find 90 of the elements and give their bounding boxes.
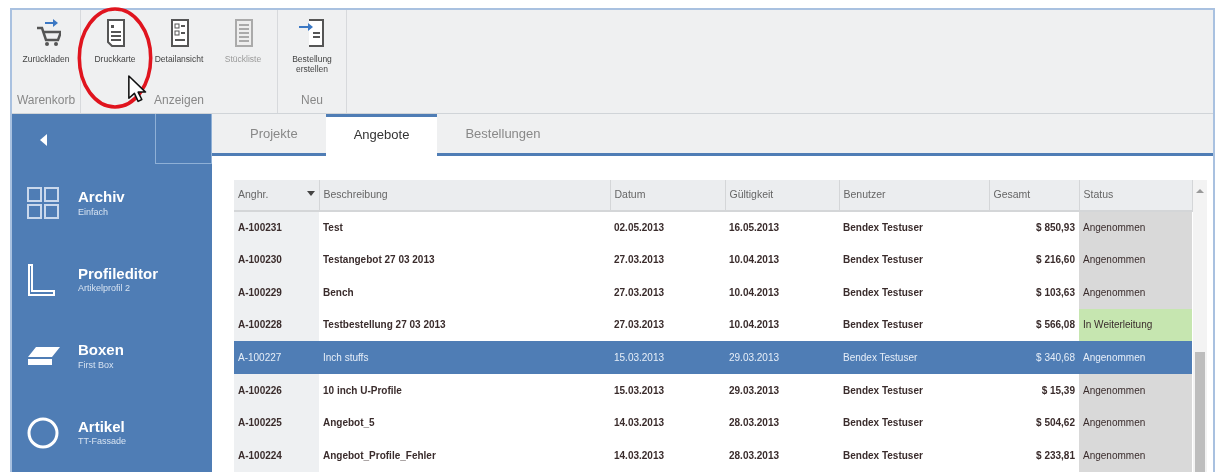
table-cell: Test	[319, 210, 610, 244]
scroll-up-icon[interactable]	[1195, 188, 1204, 194]
table-row[interactable]: A-100228 Testbestellung 27 03 2013 27.03.2013 10.04.2013 Bendex Testuser $ 566,08 In Weiterleitung	[234, 308, 1192, 342]
table-cell: 10 inch U-Profile	[319, 373, 610, 407]
table-cell-text: 14.03.2013	[613, 416, 666, 431]
status-cell: Angenommen	[1079, 406, 1192, 440]
column-header[interactable]: Benutzer	[839, 180, 989, 211]
table-cell: 02.05.2013	[610, 210, 725, 244]
table-cell: 29.03.2013	[725, 341, 839, 374]
table-cell: A-100228	[234, 308, 319, 342]
group-label: Warenkorb	[16, 92, 76, 109]
dropdown-icon[interactable]	[306, 190, 315, 196]
table-cell-text: 27.03.2013	[613, 285, 666, 300]
status-cell: Angenommen	[1079, 341, 1192, 374]
table-cell: A-100227	[234, 341, 319, 374]
toolbar-button[interactable]: Bestellung erstellen	[282, 14, 342, 75]
table-cell: Bench	[319, 275, 610, 309]
tab[interactable]: Bestellungen	[437, 114, 569, 156]
table-cell: A-100224	[234, 439, 319, 472]
cursor-icon	[127, 74, 148, 104]
table-cell: Angebot_Profile_Fehler	[319, 439, 610, 472]
status-cell: In Weiterleitung	[1079, 308, 1192, 342]
status-cell: Angenommen	[1079, 243, 1192, 276]
table-cell: $ 15,39	[989, 373, 1079, 407]
table-cell-text: Bendex Testuser	[842, 285, 924, 300]
table-cell: 29.03.2013	[725, 373, 839, 407]
scroll-thumb[interactable]	[1194, 352, 1205, 472]
status-cell: Angenommen	[1079, 210, 1192, 244]
document-arrow-icon	[297, 18, 327, 48]
table-cell-text: 10.04.2013	[728, 253, 781, 268]
status-cell: Angenommen	[1079, 275, 1192, 309]
table-cell: Bendex Testuser	[839, 308, 989, 342]
sidebar-item[interactable]: Archiv Einfach	[12, 166, 212, 243]
table-row[interactable]: A-100226 10 inch U-Profile 15.03.2013 29.03.2013 Bendex Testuser $ 15,39 Angenommen	[234, 373, 1192, 407]
table-cell: $ 103,63	[989, 275, 1079, 309]
table-row[interactable]: A-100230 Testangebot 27 03 2013 27.03.2013 10.04.2013 Bendex Testuser $ 216,60 Angenommen	[234, 243, 1192, 276]
column-header[interactable]: Gesamt	[989, 180, 1079, 211]
table-cell: Angebot_5	[319, 406, 610, 440]
table-cell: $ 340,68	[989, 341, 1079, 374]
table-cell-text: Bendex Testuser	[842, 449, 924, 464]
table-cell: Bendex Testuser	[839, 341, 989, 374]
table-row[interactable]: A-100225 Angebot_5 14.03.2013 28.03.2013 Bendex Testuser $ 504,62 Angenommen	[234, 406, 1192, 440]
column-header[interactable]: Datum	[610, 180, 725, 211]
table-cell: Testbestellung 27 03 2013	[319, 308, 610, 342]
toolbar-button[interactable]: Detailansicht	[149, 14, 209, 65]
table-cell-text: Bendex Testuser	[842, 416, 924, 431]
table-cell: Testangebot 27 03 2013	[319, 243, 610, 276]
status-cell: Angenommen	[1079, 373, 1192, 407]
table-row[interactable]: A-100231 Test 02.05.2013 16.05.2013 Bendex Testuser $ 850,93 Angenommen	[234, 210, 1192, 244]
table-cell-text: 14.03.2013	[613, 449, 666, 464]
table-cell: A-100230	[234, 243, 319, 276]
table-cell: Bendex Testuser	[839, 210, 989, 244]
sidebar-item[interactable]: Artikel TT-Fassade	[12, 395, 212, 472]
table-row[interactable]: A-100229 Bench 27.03.2013 10.04.2013 Bendex Testuser $ 103,63 Angenommen	[234, 275, 1192, 309]
table-cell-text: 10.04.2013	[728, 285, 781, 300]
table-row[interactable]: A-100224 Angebot_Profile_Fehler 14.03.2013 28.03.2013 Bendex Testuser $ 233,81 Angenommen	[234, 439, 1192, 472]
table-cell: 27.03.2013	[610, 308, 725, 342]
table-cell: 10.04.2013	[725, 308, 839, 342]
status-cell: Angenommen	[1079, 439, 1192, 472]
sidebar-item[interactable]: Profileditor Artikelprofil 2	[12, 242, 212, 320]
back-arrow-icon[interactable]	[40, 134, 48, 147]
table-cell: 15.03.2013	[610, 341, 725, 374]
table-cell: $ 566,08	[989, 308, 1079, 342]
table-cell: $ 216,60	[989, 243, 1079, 276]
table-cell: A-100226	[234, 373, 319, 407]
scrollbar[interactable]	[1192, 180, 1207, 472]
table-cell: $ 504,62	[989, 406, 1079, 440]
table-cell-text: 28.03.2013	[728, 449, 781, 464]
column-header[interactable]: Gültigkeit	[725, 180, 839, 211]
table-cell: $ 850,93	[989, 210, 1079, 244]
table-cell: A-100229	[234, 275, 319, 309]
table-cell-text: Bendex Testuser	[842, 253, 924, 268]
column-header[interactable]: Status	[1079, 180, 1192, 211]
table-cell: $ 233,81	[989, 439, 1079, 472]
column-header[interactable]: Beschreibung	[319, 180, 610, 211]
column-header[interactable]: Anghr.	[234, 180, 319, 211]
table-cell-text: 27.03.2013	[613, 253, 666, 268]
table-cell: 16.05.2013	[725, 210, 839, 244]
sidebar-item[interactable]: Boxen First Box	[12, 319, 212, 396]
group-label: Neu	[301, 92, 323, 109]
table-cell: Inch stuffs	[319, 341, 610, 374]
table-row[interactable]: A-100227 Inch stuffs 15.03.2013 29.03.2013 Bendex Testuser $ 340,68 Angenommen	[234, 341, 1192, 374]
table-cell: 15.03.2013	[610, 373, 725, 407]
table-cell-text: 28.03.2013	[728, 416, 781, 431]
table-cell: Bendex Testuser	[839, 373, 989, 407]
table-cell: A-100231	[234, 210, 319, 244]
group-label: Anzeigen	[153, 92, 204, 109]
table-cell: A-100225	[234, 406, 319, 440]
toolbar-button[interactable]: Zurückladen	[16, 14, 76, 65]
tab[interactable]: Angebote	[325, 114, 438, 156]
